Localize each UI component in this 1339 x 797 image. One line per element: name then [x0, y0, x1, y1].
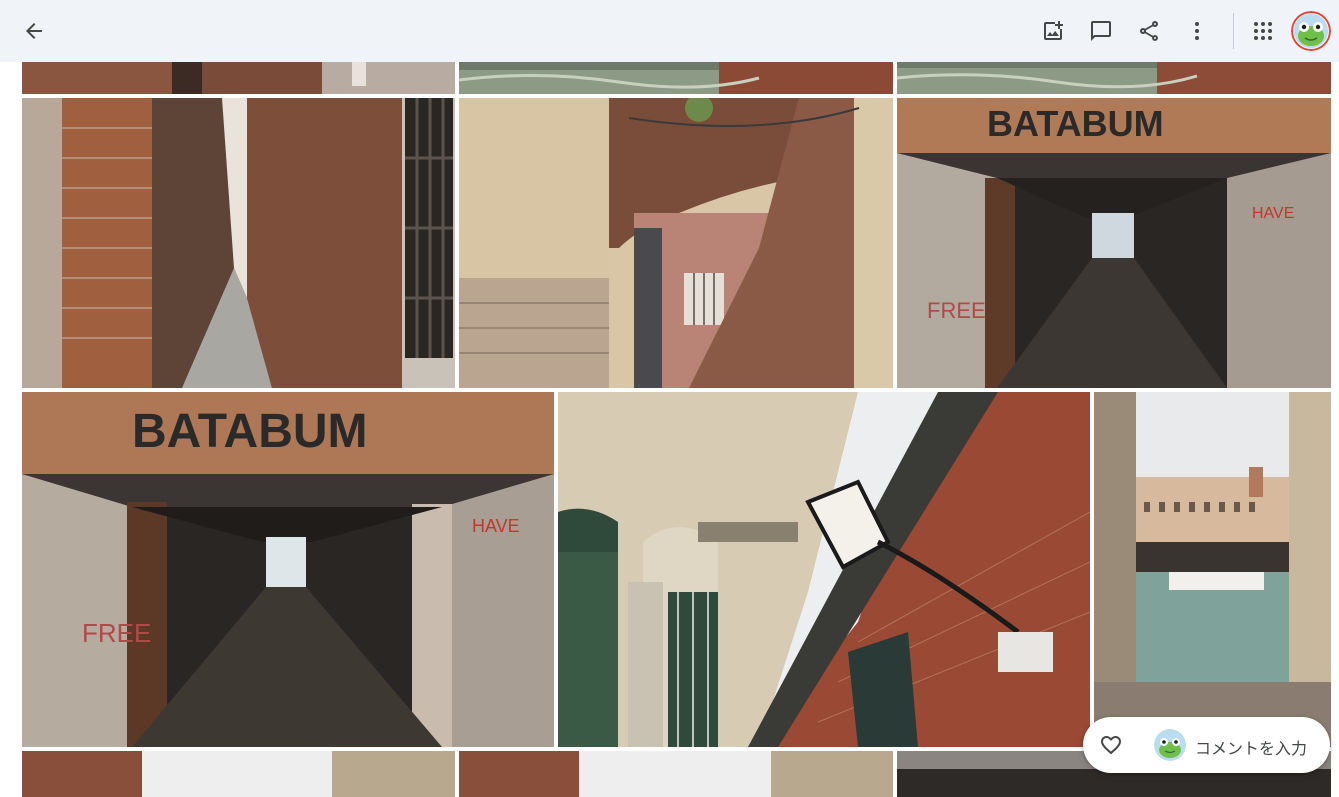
- photo-batabum-tunnel[interactable]: BATABUM FREE HAVE: [897, 98, 1331, 388]
- photo-grid: BATABUM FREE HAVE BATABUM FREE HAVE: [0, 0, 1339, 797]
- photo-thumbnail[interactable]: [459, 751, 893, 797]
- top-app-bar: [0, 0, 1339, 62]
- back-button[interactable]: [14, 11, 54, 51]
- apps-grid-icon: [1254, 22, 1272, 40]
- share-button[interactable]: [1129, 11, 1169, 51]
- graffiti-text: BATABUM: [132, 405, 368, 458]
- photo-narrow-alley[interactable]: [22, 98, 455, 388]
- comment-icon: [1091, 21, 1111, 41]
- add-to-album-icon: [1044, 21, 1063, 40]
- graffiti-text: BATABUM: [987, 103, 1164, 144]
- more-vert-icon: [1195, 22, 1199, 40]
- photo-venetian-building-lamp[interactable]: [558, 392, 1090, 747]
- account-avatar[interactable]: [1291, 11, 1331, 51]
- share-icon: [1139, 21, 1158, 41]
- more-options-button[interactable]: [1177, 11, 1217, 51]
- svg-text:HAVE: HAVE: [1252, 205, 1294, 222]
- heart-outline-icon: [1101, 736, 1121, 755]
- photo-arch-passage[interactable]: [459, 98, 893, 388]
- photo-grand-canal-view[interactable]: [1094, 392, 1331, 747]
- apps-button[interactable]: [1243, 11, 1283, 51]
- svg-text:FREE: FREE: [82, 618, 151, 648]
- photo-batabum-tunnel-large[interactable]: BATABUM FREE HAVE: [22, 392, 554, 747]
- commenter-avatar: [1154, 729, 1186, 761]
- like-button[interactable]: [1099, 733, 1123, 757]
- comment-button[interactable]: [1081, 11, 1121, 51]
- toolbar-divider: [1233, 13, 1234, 49]
- photo-thumbnail[interactable]: [22, 751, 455, 797]
- comment-input[interactable]: コメントを入力: [1195, 735, 1307, 759]
- svg-text:FREE: FREE: [927, 298, 986, 323]
- svg-text:HAVE: HAVE: [472, 516, 520, 536]
- add-to-album-button[interactable]: [1033, 11, 1073, 51]
- comment-bar: コメントを入力: [1083, 717, 1330, 773]
- arrow-back-icon: [26, 23, 42, 39]
